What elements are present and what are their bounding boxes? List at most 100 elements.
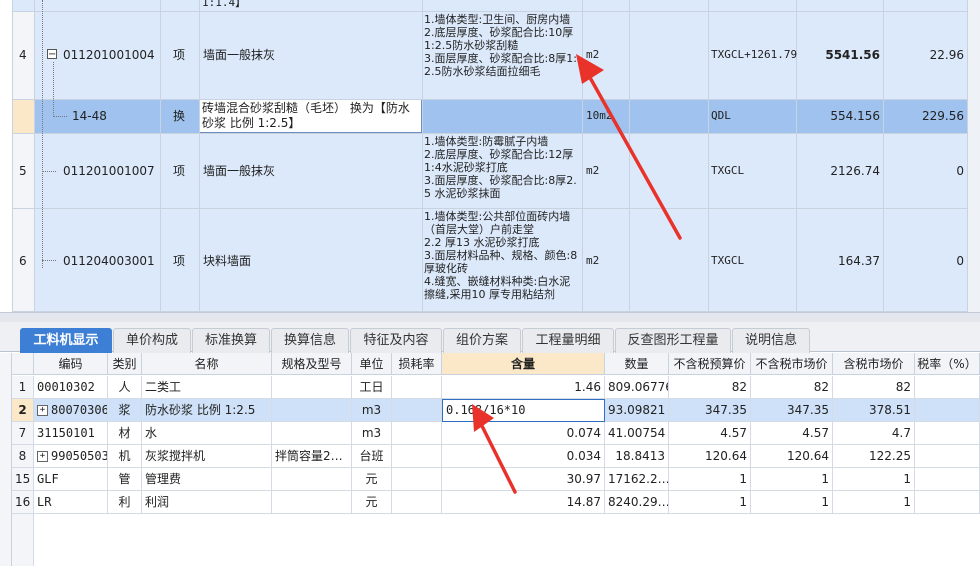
cell-tax-rate[interactable] [915,468,980,491]
col-header-quantity[interactable]: 数量 [605,353,669,375]
cell-pretax-budget-price: 1 [669,468,751,491]
cell-tax-rate[interactable] [915,491,980,514]
tab-pricing-scheme[interactable]: 组价方案 [443,328,521,353]
cell-loss-rate[interactable] [392,399,442,422]
row-4-index: 4 [19,48,27,62]
row-number: 2 [12,399,34,422]
detail-tab-bar: 工料机显示 单价构成 标准换算 换算信息 特征及内容 组价方案 工程量明细 反查… [0,322,980,353]
col-header-pretax-market-price[interactable]: 不含税市场价 [751,353,833,375]
cell-pretax-budget-price: 1 [669,491,751,514]
cell-taxed-market-price[interactable]: 378.51 [833,399,915,422]
cell-loss-rate[interactable] [392,491,442,514]
cell-pretax-market-price[interactable]: 120.64 [751,445,833,468]
cell-spec: 拌筒容量2… [272,445,352,468]
annotation-arrow-upper [576,54,682,240]
cell-quantity: 8240.29… [605,491,669,514]
row-4-expr[interactable]: TXGCL+1261.79 [711,48,797,62]
tab-description-info[interactable]: 说明信息 [732,328,810,353]
subrow-expr[interactable]: QDL [711,109,731,123]
cell-tax-rate[interactable] [915,422,980,445]
cell-tax-rate[interactable] [915,399,980,422]
tab-quantity-detail[interactable]: 工程量明细 [522,328,614,353]
col-header-pretax-budget-price[interactable]: 不含税预算价 [669,353,751,375]
subrow-name[interactable]: 砖墙混合砂浆刮糙（毛坯） 换为【防水砂浆 比例 1:2.5】 [202,101,420,132]
row-4-desc[interactable]: 1.墙体类型:卫生间、厨房内墙 2.底层厚度、砂浆配合比:10厚1:2.5防水砂… [424,13,580,99]
cell-loss-rate[interactable] [392,376,442,399]
cell-spec [272,399,352,422]
cell-name: 二类工 [142,376,272,399]
cell-pretax-market-price[interactable]: 82 [751,376,833,399]
row-5-desc[interactable]: 1.墙体类型:防霉腻子内墙 2.底层厚度、砂浆配合比:12厚1:4水泥砂浆打底 … [424,135,580,207]
row-6-code: 011204003001 [63,254,155,268]
cell-code: GLF [34,468,108,491]
cell-taxed-market-price[interactable]: 122.25 [833,445,915,468]
tree-line-child-h [53,116,67,117]
col-header-content[interactable]: 含量 [442,353,605,375]
cell-name: 灰浆搅拌机 [142,445,272,468]
cell-name: 管理费 [142,468,272,491]
tab-standard-conversion[interactable]: 标准换算 [192,328,270,353]
row-6-price: 0 [956,254,964,268]
cell-unit: m3 [352,422,392,445]
col-header-taxed-market-price[interactable]: 含税市场价 [833,353,915,375]
row-number: 15 [12,468,34,491]
cell-pretax-market-price[interactable]: 1 [751,491,833,514]
cell-category: 浆 [108,399,142,422]
cell-loss-rate[interactable] [392,468,442,491]
row-number: 8 [12,445,34,468]
cell-quantity: 93.09821 [605,399,669,422]
cell-taxed-market-price[interactable]: 82 [833,376,915,399]
col-header-tax-rate[interactable]: 税率（%） [915,353,980,375]
cell-spec [272,468,352,491]
tree-line-vertical [42,0,43,268]
row-5-amount: 2126.74 [830,164,880,178]
cell-category: 利 [108,491,142,514]
col-header-loss-rate[interactable]: 损耗率 [392,353,442,375]
cell-pretax-budget-price: 347.35 [669,399,751,422]
col-header-spec[interactable]: 规格及型号 [272,353,352,375]
cell-code-text: 99050503 [51,449,108,463]
cell-tax-rate[interactable] [915,376,980,399]
row-5-price: 0 [956,164,964,178]
cell-code: LR [34,491,108,514]
pane-splitter[interactable] [0,312,980,322]
collapse-toggle-icon[interactable]: − [47,49,57,60]
cell-taxed-market-price[interactable]: 1 [833,468,915,491]
expand-plus-icon[interactable]: + [37,451,48,462]
subrow-price: 229.56 [922,109,964,123]
col-header-code[interactable]: 编码 [34,353,108,375]
cell-taxed-market-price[interactable]: 4.7 [833,422,915,445]
cell-taxed-market-price[interactable]: 1 [833,491,915,514]
cell-pretax-budget-price: 120.64 [669,445,751,468]
tab-unit-price-composition[interactable]: 单价构成 [113,328,191,353]
row-5-name[interactable]: 墙面一般抹灰 [203,164,275,178]
cell-pretax-market-price[interactable]: 1 [751,468,833,491]
table-row[interactable]: 1 00010302 人 二类工 工日 1.46 809.06776 82 82… [12,376,980,399]
upper-vertical-scrollbar[interactable] [967,0,980,312]
col-header-category[interactable]: 类别 [108,353,142,375]
col-header-name[interactable]: 名称 [142,353,272,375]
tab-labor-material-machine[interactable]: 工料机显示 [20,328,112,353]
row-6-name[interactable]: 块料墙面 [203,254,251,268]
cell-pretax-budget-price: 82 [669,376,751,399]
cell-content[interactable]: 1.46 [442,376,605,399]
cell-code: +80070306 [34,399,108,422]
subrow-type: 换 [173,109,186,123]
row-4-name[interactable]: 墙面一般抹灰 [203,48,275,62]
tab-conversion-info[interactable]: 换算信息 [271,328,349,353]
row-5-expr[interactable]: TXGCL [711,164,744,178]
row-6-desc[interactable]: 1.墙体类型:公共部位面砖内墙（首层大堂）户前走堂 2.2 厚13 水泥砂浆打底… [424,210,580,310]
tab-features-content[interactable]: 特征及内容 [350,328,442,353]
cell-pretax-market-price[interactable]: 347.35 [751,399,833,422]
cell-tax-rate[interactable] [915,445,980,468]
cell-category: 人 [108,376,142,399]
cell-loss-rate[interactable] [392,445,442,468]
expand-plus-icon[interactable]: + [37,405,48,416]
tab-reverse-graphic-quantity[interactable]: 反查图形工程量 [615,328,731,353]
cell-unit: 元 [352,491,392,514]
row-5-type: 项 [173,164,186,178]
col-header-unit[interactable]: 单位 [352,353,392,375]
row-6-expr[interactable]: TXGCL [711,254,744,268]
cell-pretax-market-price[interactable]: 4.57 [751,422,833,445]
cell-loss-rate[interactable] [392,422,442,445]
